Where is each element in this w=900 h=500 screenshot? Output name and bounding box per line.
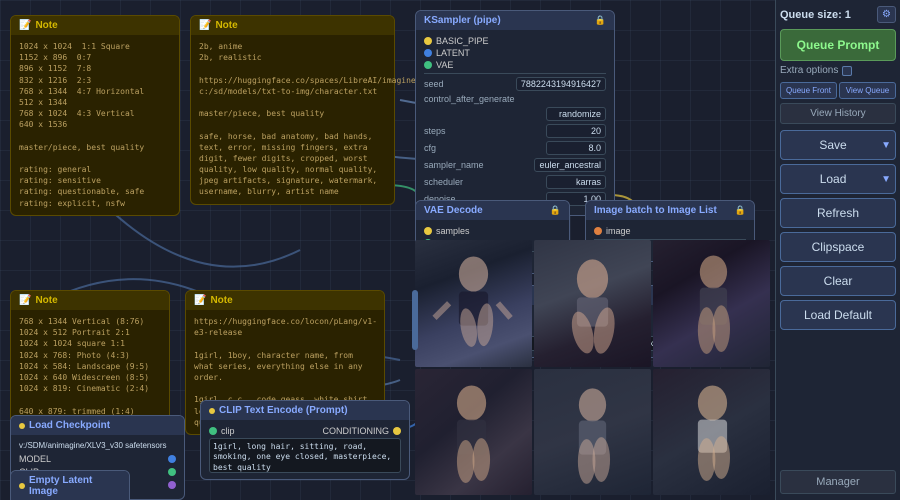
- image-cell-4: [415, 369, 532, 496]
- ksampler-scheduler-row: scheduler karras: [424, 175, 606, 189]
- scroll-handle[interactable]: [412, 290, 418, 350]
- vae-connector: [424, 61, 432, 69]
- clipspace-button[interactable]: Clipspace: [780, 232, 896, 262]
- view-history-button[interactable]: View History: [780, 103, 896, 124]
- checkpoint-path: v:/SDM/animagine/XLV3_v30 safetensors: [19, 441, 176, 450]
- checkpoint-model-row: MODEL: [19, 454, 176, 464]
- image-cell-3: [653, 240, 770, 367]
- load-default-button[interactable]: Load Default: [780, 300, 896, 330]
- manager-button[interactable]: Manager: [780, 470, 896, 494]
- note-icon: 📝: [19, 20, 31, 31]
- note-node-3: 📝 Note 768 x 1344 Vertical (8:76) 1024 x…: [10, 290, 170, 424]
- ksampler-vae-row: VAE: [424, 60, 606, 70]
- note-node-2: 📝 Note 2b, anime 2b, realistic https://h…: [190, 15, 395, 205]
- imgbatch-lock-icon: 🔒: [735, 205, 746, 216]
- samples-connector: [424, 227, 432, 235]
- queue-size-row: Queue size: 1 ⚙: [780, 6, 896, 23]
- settings-gear-button[interactable]: ⚙: [877, 6, 896, 23]
- clip-header: CLIP Text Encode (Prompt): [201, 401, 409, 420]
- anime-figure-1: [415, 240, 532, 367]
- right-panel: Queue size: 1 ⚙ Queue Prompt Extra optio…: [775, 0, 900, 500]
- load-button[interactable]: Load ▼: [780, 164, 896, 194]
- queue-prompt-button[interactable]: Queue Prompt: [780, 29, 896, 61]
- anime-figure-3: [653, 240, 770, 367]
- image-cell-6: [653, 369, 770, 496]
- note-header-3: 📝 Note: [11, 291, 169, 310]
- ksampler-latent-row: LATENT: [424, 48, 606, 58]
- note-icon-4: 📝: [194, 295, 206, 306]
- imgbatch-img-row: image: [594, 226, 746, 236]
- model-out-connector: [168, 455, 176, 463]
- image-cell-5: [534, 369, 651, 496]
- vae-decode-header: VAE Decode 🔒: [416, 201, 569, 220]
- note-body-1: 1024 x 1024 1:1 Square 1152 x 896 0:7 89…: [11, 35, 179, 215]
- ksampler-title: KSampler (pipe): [424, 15, 501, 26]
- note-header-4: 📝 Note: [186, 291, 384, 310]
- queue-size-label: Queue size: 1: [780, 9, 851, 21]
- ksampler-node: KSampler (pipe) 🔒 BASIC_PIPE LATENT VAE …: [415, 10, 615, 216]
- imgbatch-in-connector: [594, 227, 602, 235]
- checkpoint-dot: [19, 423, 25, 429]
- anime-figure-2: [534, 240, 651, 367]
- ksampler-header: KSampler (pipe) 🔒: [416, 11, 614, 30]
- note-icon-2: 📝: [199, 20, 211, 31]
- vae-lock-icon: 🔒: [550, 205, 561, 216]
- ksampler-lock-icon: 🔒: [595, 15, 606, 26]
- note-body-3: 768 x 1344 Vertical (8:76) 1024 x 512 Po…: [11, 310, 169, 423]
- image-grid: [415, 240, 770, 495]
- ksampler-sampler-row: sampler_name euler_ancestral: [424, 158, 606, 172]
- ksampler-body: BASIC_PIPE LATENT VAE seed 7882243194916…: [416, 30, 614, 215]
- note-body-2: 2b, anime 2b, realistic https://huggingf…: [191, 35, 394, 204]
- img-batch-header: Image batch to Image List 🔒: [586, 201, 754, 220]
- extra-options-checkbox[interactable]: [842, 66, 852, 76]
- save-button[interactable]: Save ▼: [780, 130, 896, 160]
- note-header-1: 📝 Note: [11, 16, 179, 35]
- conditioning-out-connector: [393, 427, 401, 435]
- vae-out-connector-2: [168, 481, 176, 489]
- clip-in-connector: [209, 427, 217, 435]
- refresh-button[interactable]: Refresh: [780, 198, 896, 228]
- clip-text-area: 1girl, long hair, sitting, road, smoking…: [209, 438, 401, 473]
- note-icon-3: 📝: [19, 295, 31, 306]
- ksampler-steps-row: steps 20: [424, 124, 606, 138]
- latent-connector: [424, 49, 432, 57]
- extra-options-row: Extra options: [780, 65, 896, 76]
- clip-input-row: clip CONDITIONING: [209, 426, 401, 436]
- anime-figure-4: [415, 369, 532, 496]
- tab-row: Queue Front View Queue: [780, 82, 896, 99]
- clip-encode-node: CLIP Text Encode (Prompt) clip CONDITION…: [200, 400, 410, 480]
- basic-pipe-connector: [424, 37, 432, 45]
- note-header-2: 📝 Note: [191, 16, 394, 35]
- anime-figure-6: [653, 369, 770, 496]
- note-node-1: 📝 Note 1024 x 1024 1:1 Square 1152 x 896…: [10, 15, 180, 216]
- ksampler-cfg-row: cfg 8.0: [424, 141, 606, 155]
- clip-dot: [209, 408, 215, 414]
- clip-out-connector: [168, 468, 176, 476]
- latent-header: Empty Latent Image: [11, 471, 129, 500]
- image-cell-2: [534, 240, 651, 367]
- ksampler-control-val-row: randomize: [424, 107, 606, 121]
- load-arrow-icon: ▼: [881, 174, 891, 185]
- ksampler-basic-pipe-row: BASIC_PIPE: [424, 36, 606, 46]
- ksampler-seed-row: seed 7882243194916427: [424, 77, 606, 91]
- ksampler-control-row: control_after_generate: [424, 94, 606, 104]
- anime-figure-5: [534, 369, 651, 496]
- clear-button[interactable]: Clear: [780, 266, 896, 296]
- tab-queue-front[interactable]: Queue Front: [780, 82, 837, 99]
- checkpoint-header: Load Checkpoint: [11, 416, 184, 435]
- canvas[interactable]: 📝 Note 1024 x 1024 1:1 Square 1152 x 896…: [0, 0, 775, 500]
- latent-dot: [19, 483, 25, 489]
- image-cell-1: [415, 240, 532, 367]
- clip-body: clip CONDITIONING 1girl, long hair, sitt…: [201, 420, 409, 479]
- save-arrow-icon: ▼: [881, 140, 891, 151]
- vae-samples-row: samples: [424, 226, 561, 236]
- empty-latent-node: Empty Latent Image LATENT width 832: [10, 470, 130, 500]
- tab-view-queue[interactable]: View Queue: [839, 82, 896, 99]
